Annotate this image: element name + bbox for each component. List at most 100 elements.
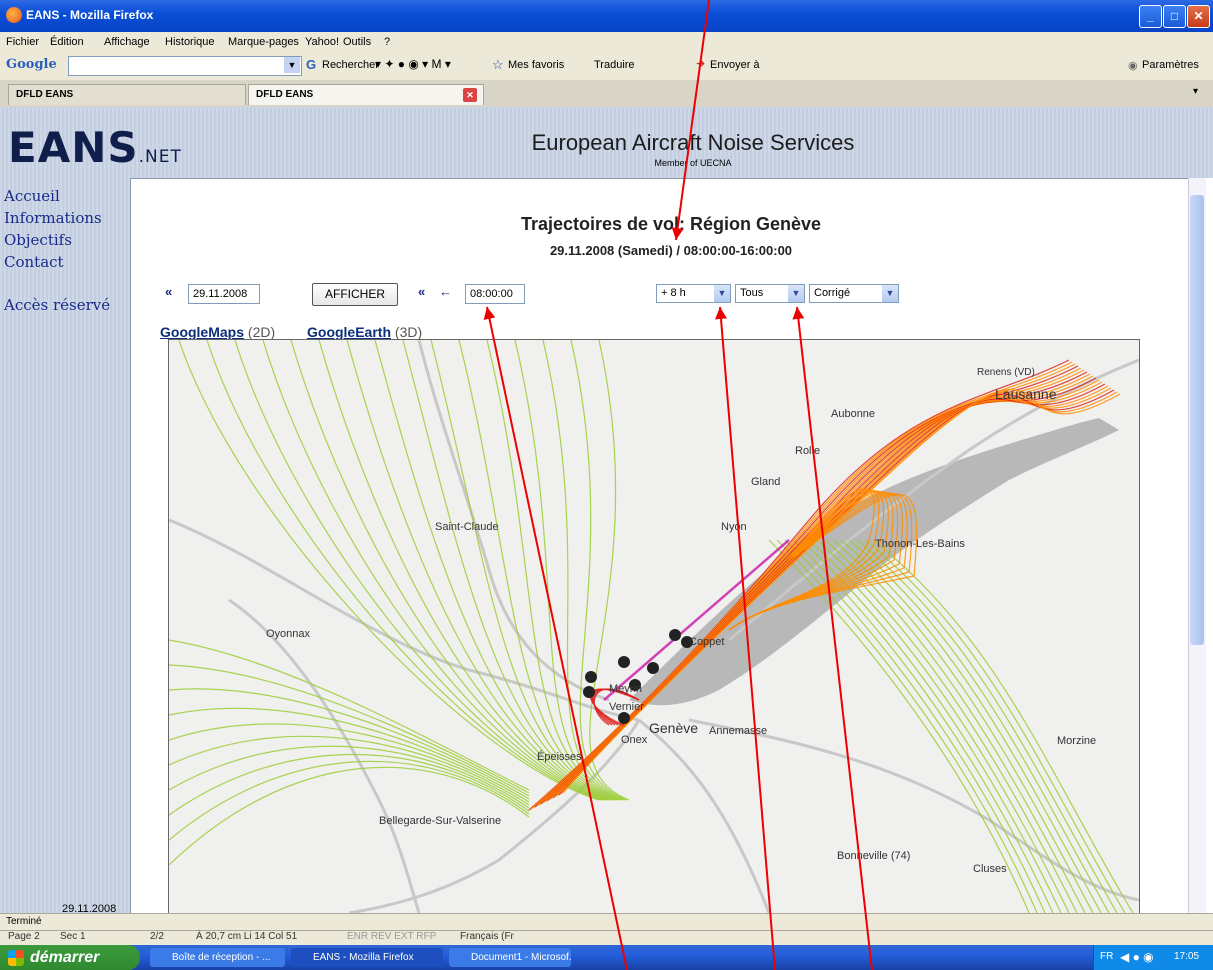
page-date-range: 29.11.2008 (Samedi) / 08:00:00-16:00:00 bbox=[549, 243, 793, 258]
toolbar-icons[interactable]: ▾ ✦ ● ◉ ▾ M ▾ bbox=[375, 57, 451, 71]
map-canvas[interactable]: Renens (VD) Lausanne Aubonne Rolle Gland… bbox=[169, 340, 1139, 913]
nav-contact[interactable]: Contact bbox=[4, 253, 64, 271]
place-label: Renens (VD) bbox=[977, 367, 1035, 378]
duration-value: + 8 h bbox=[661, 287, 686, 299]
googleearth-link[interactable]: GoogleEarth (3D) bbox=[307, 324, 422, 340]
tab-label: DFLD EANS bbox=[256, 89, 314, 100]
prev-day-icon[interactable]: « bbox=[165, 284, 172, 299]
menu-historique[interactable]: Historique bbox=[165, 36, 215, 48]
menu-outils[interactable]: Outils bbox=[343, 36, 371, 48]
flight-track bbox=[589, 340, 630, 801]
traduire-button[interactable]: Traduire bbox=[594, 59, 635, 71]
noise-station-marker[interactable] bbox=[583, 686, 595, 698]
menu-help[interactable]: ? bbox=[384, 36, 390, 48]
nav-informations[interactable]: Informations bbox=[4, 209, 102, 227]
place-label: Vernier bbox=[609, 701, 644, 713]
star-icon[interactable]: ☆ bbox=[492, 57, 504, 73]
google-toolbar: Google ▼ G Rechercher ▾ ✦ ● ◉ ▾ M ▾ ☆ Me… bbox=[0, 52, 1213, 81]
favoris-button[interactable]: Mes favoris bbox=[508, 59, 564, 71]
rechercher-button[interactable]: Rechercher bbox=[322, 59, 379, 71]
flight-track bbox=[318, 340, 610, 801]
tab-dfld-eans-2[interactable]: DFLD EANS ✕ bbox=[248, 84, 484, 105]
scrollbar-thumb[interactable] bbox=[1190, 195, 1204, 645]
close-button[interactable]: ✕ bbox=[1187, 5, 1210, 28]
word-pages: 2/2 bbox=[150, 931, 164, 942]
start-button[interactable]: démarrer bbox=[0, 945, 140, 970]
tab-close-icon[interactable]: ✕ bbox=[463, 88, 477, 102]
parametres-button[interactable]: Paramètres bbox=[1142, 59, 1199, 71]
window-title-bar[interactable]: EANS - Mozilla Firefox _ □ ✕ bbox=[0, 0, 1213, 32]
lang-indicator[interactable]: FR bbox=[1100, 951, 1113, 962]
duration-select[interactable]: + 8 h ▼ bbox=[656, 284, 731, 303]
flight-track bbox=[290, 340, 608, 801]
chevron-down-icon: ▼ bbox=[788, 285, 804, 302]
task-word[interactable]: Document1 - Microsof... bbox=[449, 948, 571, 967]
send-icon: ➜ bbox=[696, 58, 706, 70]
noise-station-marker[interactable] bbox=[647, 662, 659, 674]
googlemaps-suffix: (2D) bbox=[247, 324, 276, 340]
googlemaps-link[interactable]: GoogleMaps (2D) bbox=[160, 324, 275, 340]
word-page: Page 2 bbox=[8, 931, 40, 942]
afficher-button[interactable]: AFFICHER bbox=[312, 283, 398, 306]
menu-fichier[interactable]: Fichier bbox=[6, 36, 39, 48]
date-input[interactable]: 29.11.2008 bbox=[188, 284, 260, 304]
menu-edition[interactable]: Édition bbox=[50, 36, 84, 48]
tab-bar: DFLD EANS DFLD EANS ✕ ▾ bbox=[0, 80, 1213, 108]
task-firefox[interactable]: EANS - Mozilla Firefox bbox=[291, 948, 443, 967]
task-inbox[interactable]: Boîte de réception - ... bbox=[150, 948, 285, 967]
filter-select[interactable]: Tous ▼ bbox=[735, 284, 805, 303]
task-label: Document1 - Microsof... bbox=[471, 952, 571, 963]
windows-logo-icon bbox=[8, 950, 24, 966]
nav-acces-reserve[interactable]: Accès réservé bbox=[4, 296, 110, 314]
nav-date: 29.11.2008 bbox=[62, 903, 117, 913]
nav-objectifs[interactable]: Objectifs bbox=[4, 231, 72, 249]
start-label: démarrer bbox=[30, 949, 100, 966]
flight-track bbox=[169, 760, 530, 841]
tab-list-icon[interactable]: ▾ bbox=[1193, 86, 1198, 97]
noise-station-marker[interactable] bbox=[618, 712, 630, 724]
status-text: Terminé bbox=[6, 916, 42, 927]
place-label: Aubonne bbox=[831, 408, 875, 420]
tab-label: DFLD EANS bbox=[16, 89, 74, 100]
word-status-bar: Page 2 Sec 1 2/2 À 20,7 cm Li 14 Col 51 … bbox=[0, 930, 1213, 946]
noise-station-marker[interactable] bbox=[618, 656, 630, 668]
page-viewport: EANS.NET European Aircraft Noise Service… bbox=[0, 107, 1213, 913]
place-label: Rolle bbox=[795, 445, 820, 457]
word-section: Sec 1 bbox=[60, 931, 86, 942]
noise-station-marker[interactable] bbox=[585, 671, 597, 683]
menu-affichage[interactable]: Affichage bbox=[104, 36, 150, 48]
envoyer-button[interactable]: Envoyer à bbox=[710, 59, 760, 71]
word-language: Français (Fr bbox=[460, 931, 514, 942]
place-label: Morzine bbox=[1057, 735, 1096, 747]
place-label: Gland bbox=[751, 476, 780, 488]
menu-marque-pages[interactable]: Marque-pages bbox=[228, 36, 299, 48]
place-label: Épeisses bbox=[537, 750, 582, 763]
nav-accueil[interactable]: Accueil bbox=[4, 187, 60, 205]
flight-track bbox=[169, 745, 530, 809]
menu-yahoo[interactable]: Yahoo! bbox=[305, 36, 339, 48]
prev-period-icon[interactable]: « bbox=[418, 284, 425, 299]
place-label: Nyon bbox=[721, 521, 747, 533]
noise-station-marker[interactable] bbox=[669, 629, 681, 641]
mode-select[interactable]: Corrigé ▼ bbox=[809, 284, 899, 303]
window-title: EANS - Mozilla Firefox bbox=[26, 8, 154, 22]
roads bbox=[169, 340, 1139, 913]
task-label: Boîte de réception - ... bbox=[172, 952, 271, 963]
status-bar: Terminé bbox=[0, 913, 1213, 931]
flight-track bbox=[374, 340, 614, 801]
tray-icons[interactable]: ◀ ● ◉ bbox=[1120, 950, 1154, 964]
prev-hour-icon[interactable]: ← bbox=[439, 284, 452, 299]
google-search-input[interactable] bbox=[68, 56, 302, 76]
page-title: Trajectoires de vol: Région Genève bbox=[520, 214, 822, 234]
place-label: Bonneville (74) bbox=[837, 850, 910, 862]
vertical-scrollbar[interactable] bbox=[1188, 178, 1206, 913]
tab-dfld-eans-1[interactable]: DFLD EANS bbox=[8, 84, 246, 105]
minimize-button[interactable]: _ bbox=[1139, 5, 1162, 28]
flight-track bbox=[458, 340, 620, 801]
flight-track-map[interactable]: Renens (VD) Lausanne Aubonne Rolle Gland… bbox=[168, 339, 1140, 913]
maximize-button[interactable]: □ bbox=[1163, 5, 1186, 28]
dropdown-icon[interactable]: ▼ bbox=[284, 57, 300, 73]
settings-icon: ◉ bbox=[1128, 60, 1138, 72]
time-input[interactable]: 08:00:00 bbox=[465, 284, 525, 304]
chevron-down-icon: ▼ bbox=[714, 285, 730, 302]
